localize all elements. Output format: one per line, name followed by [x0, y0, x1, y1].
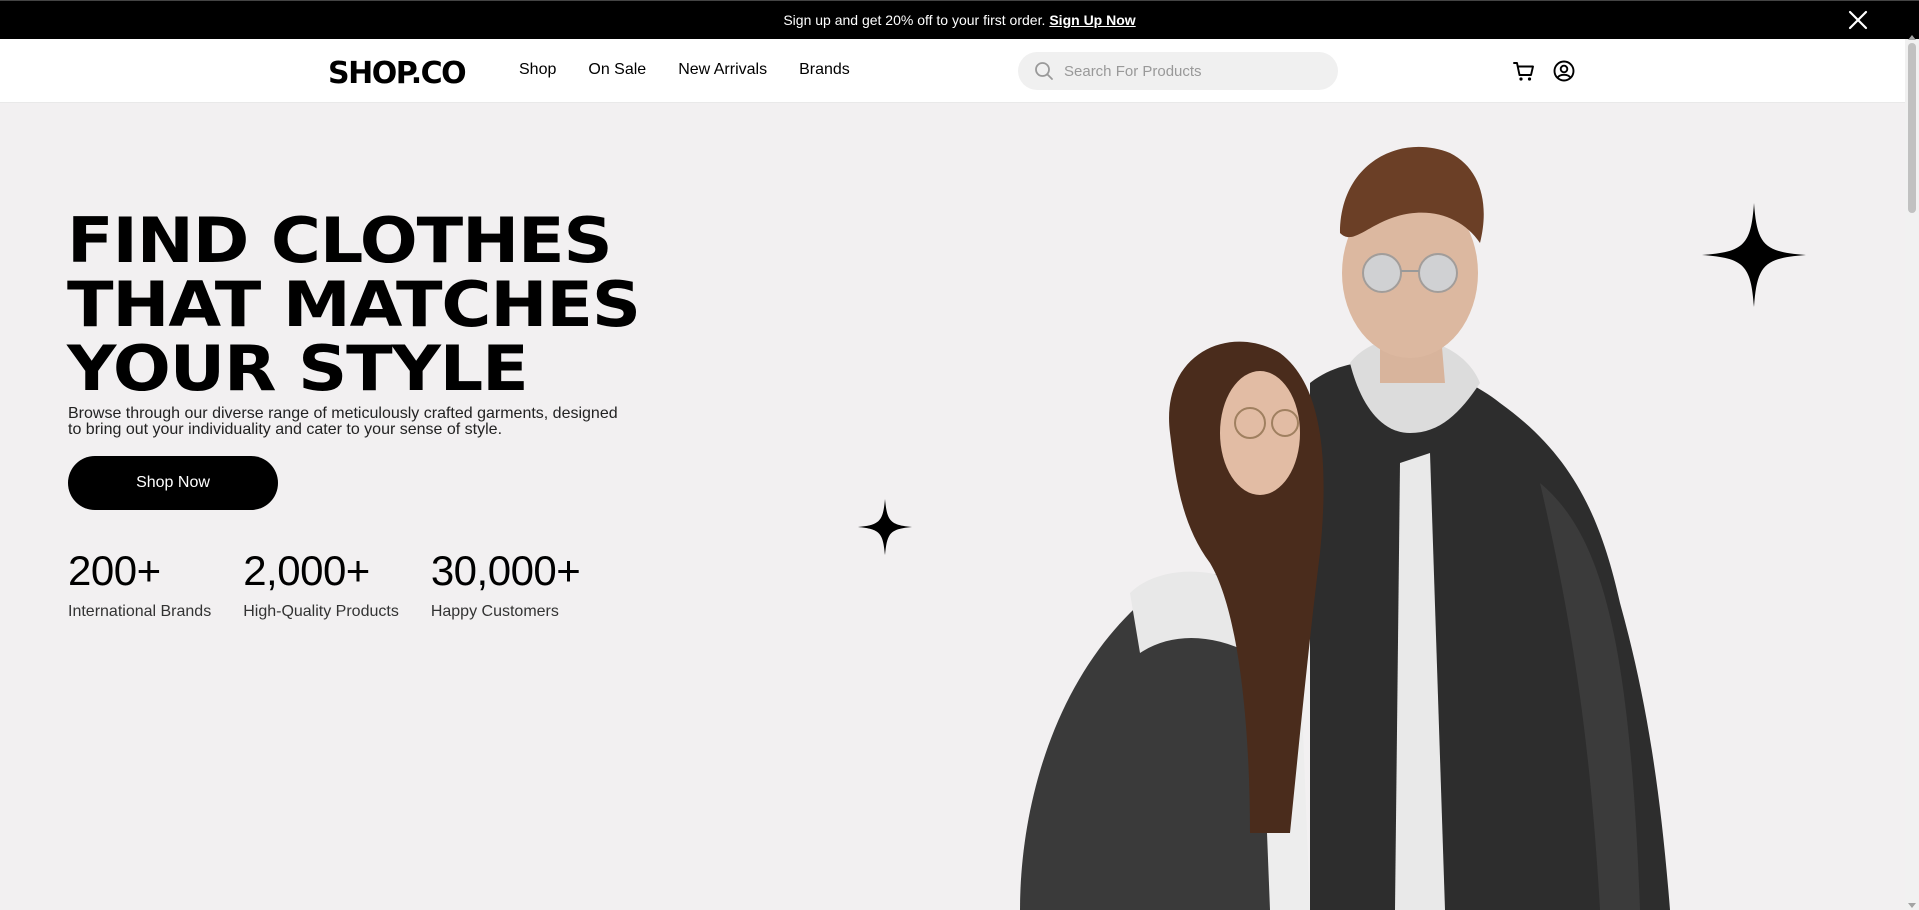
stat-value: 30,000+	[430, 547, 581, 594]
stat-brands: 200+ International Brands	[68, 547, 211, 621]
headline-line-3: YOUR STYLE	[67, 332, 529, 405]
stat-value: 200+	[68, 547, 161, 594]
nav-brands[interactable]: Brands	[799, 61, 850, 79]
hero-headline: FIND CLOTHES THAT MATCHES YOUR STYLE	[67, 204, 641, 405]
search-icon	[1035, 62, 1053, 80]
sparkle-star-large-icon	[1702, 203, 1806, 307]
site-logo[interactable]: SHOP.CO	[328, 56, 467, 91]
nav-new-arrivals[interactable]: New Arrivals	[678, 61, 767, 79]
page-scrollbar[interactable]	[1905, 35, 1919, 910]
shop-now-button[interactable]: Shop Now	[68, 456, 278, 510]
site-header: SHOP.CO Shop On Sale New Arrivals Brands	[0, 39, 1905, 103]
nav-on-sale[interactable]: On Sale	[588, 61, 646, 79]
stat-products: 2,000+ High-Quality Products	[243, 547, 399, 621]
promo-text: Sign up and get 20% off to your first or…	[783, 12, 1046, 28]
header-icons	[1512, 59, 1576, 83]
stat-label: International Brands	[68, 603, 212, 620]
stat-customers: 30,000+ Happy Customers	[431, 547, 581, 621]
headline-line-2: THAT MATCHES	[67, 268, 641, 341]
scrollbar-thumb[interactable]	[1908, 43, 1916, 213]
nav-shop[interactable]: Shop	[519, 61, 556, 79]
close-icon[interactable]	[1847, 9, 1869, 31]
main-nav: Shop On Sale New Arrivals Brands	[519, 61, 882, 79]
sparkle-star-small-icon	[858, 499, 912, 555]
hero-stats: 200+ International Brands 2,000+ High-Qu…	[68, 547, 612, 621]
stat-label: Happy Customers	[430, 603, 559, 620]
scroll-up-arrow[interactable]	[1908, 35, 1916, 40]
stat-value: 2,000+	[243, 547, 370, 594]
scroll-down-arrow[interactable]	[1908, 903, 1916, 908]
stat-label: High-Quality Products	[243, 603, 399, 620]
headline-line-1: FIND CLOTHES	[67, 204, 613, 277]
cart-icon[interactable]	[1512, 59, 1536, 83]
promo-bar: Sign up and get 20% off to your first or…	[0, 0, 1919, 39]
hero-subtext: Browse through our diverse range of meti…	[68, 405, 618, 438]
search-bar[interactable]	[1018, 52, 1338, 90]
account-icon[interactable]	[1552, 59, 1576, 83]
search-input[interactable]	[1064, 62, 1314, 80]
sign-up-link[interactable]: Sign Up Now	[1049, 12, 1135, 28]
hero-section: FIND CLOTHES THAT MATCHES YOUR STYLE Bro…	[0, 103, 1905, 910]
